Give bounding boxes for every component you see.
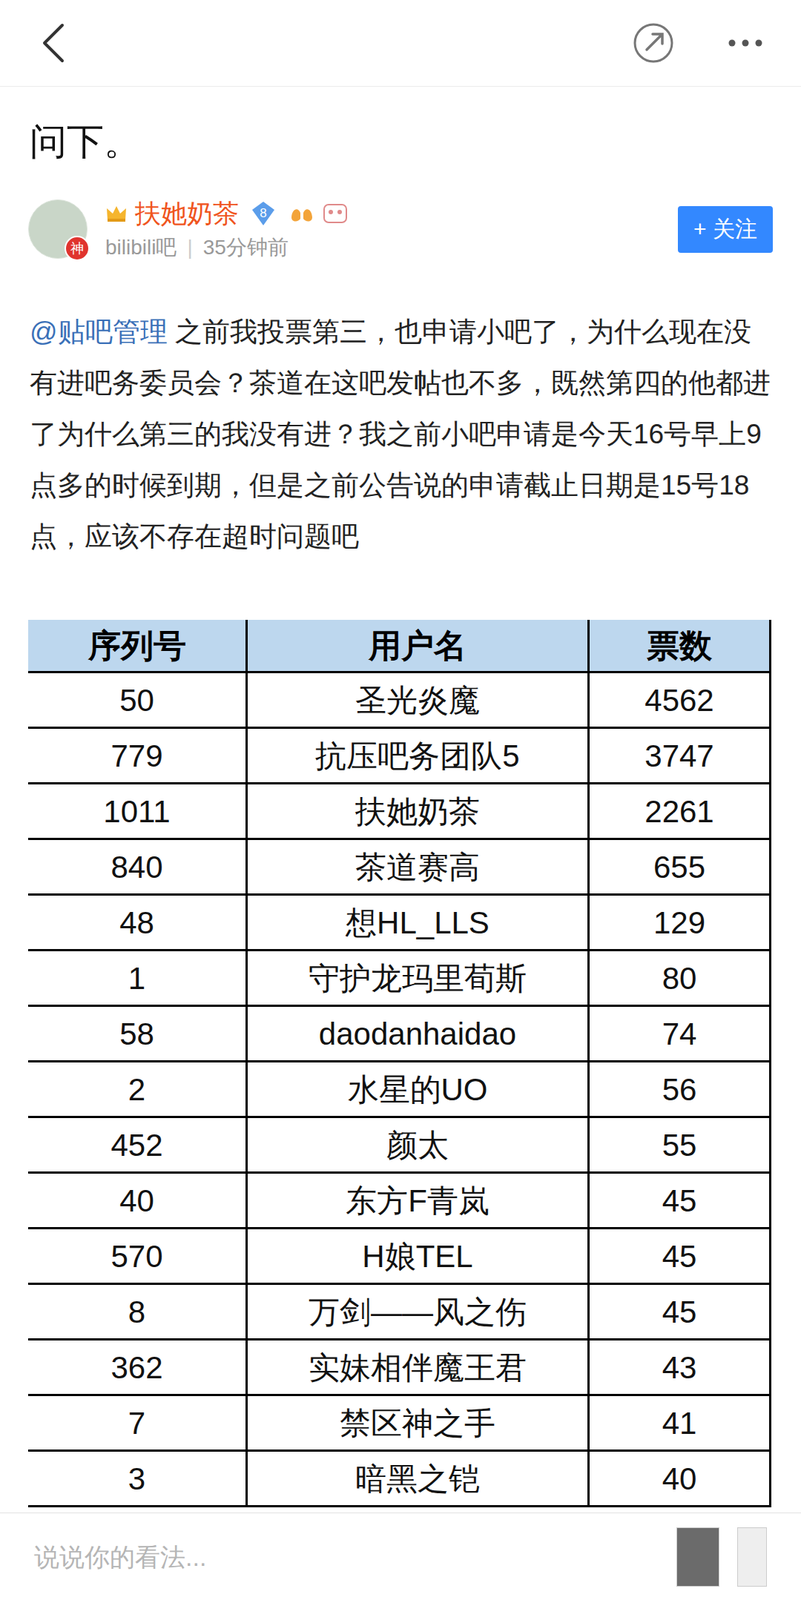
level-badge: 8	[250, 200, 276, 227]
table-cell: 3747	[589, 729, 770, 783]
table-row: 3暗黑之铠40	[28, 1452, 770, 1508]
table-cell: 抗压吧务团队5	[247, 729, 590, 783]
table-cell: 2	[28, 1062, 248, 1117]
table-cell: 圣光炎魔	[247, 673, 590, 727]
back-icon[interactable]	[37, 20, 70, 66]
table-cell: 4562	[589, 673, 770, 727]
table-cell: 想HL_LLS	[247, 895, 590, 950]
table-cell: 779	[28, 729, 248, 783]
column-header: 序列号	[28, 620, 248, 672]
post-body: @贴吧管理 之前我投票第三，也申请小吧了，为什么现在没有进吧务委员会？茶道在这吧…	[0, 306, 801, 563]
more-icon[interactable]	[726, 37, 764, 49]
forum-name[interactable]: bilibili吧	[105, 234, 177, 262]
table-row: 840茶道赛高655	[28, 840, 770, 896]
table-cell: 守护龙玛里荀斯	[247, 951, 590, 1005]
table-cell: 2261	[589, 784, 770, 839]
table-cell: 362	[28, 1340, 248, 1395]
mask-icon	[321, 201, 349, 226]
table-cell: 禁区神之手	[247, 1396, 590, 1450]
follow-button[interactable]: + 关注	[677, 206, 773, 253]
table-row: 50圣光炎魔4562	[28, 673, 770, 730]
author-badge: 神	[64, 235, 90, 262]
table-cell: 41	[589, 1396, 770, 1450]
comment-input[interactable]: 说说你的看法...	[34, 1541, 677, 1574]
table-row: 8万剑——风之伤45	[28, 1285, 770, 1341]
table-header: 序列号用户名票数	[28, 620, 770, 674]
share-icon[interactable]	[631, 21, 675, 65]
post-title: 问下。	[0, 86, 801, 167]
author-row: 神 扶她奶茶 8 bilibili吧 | 35分钟前	[0, 192, 801, 267]
table-row: 570H娘TEL45	[28, 1229, 770, 1286]
table-row: 362实妹相伴魔王君43	[28, 1340, 770, 1397]
table-cell: 东方F青岚	[247, 1174, 590, 1228]
table-cell: 茶道赛高	[247, 840, 590, 894]
table-cell: 452	[28, 1118, 248, 1172]
author-name[interactable]: 扶她奶茶	[134, 197, 239, 230]
table-cell: 45	[589, 1229, 770, 1284]
table-cell: 48	[28, 895, 248, 950]
vote-table: 序列号用户名票数 50圣光炎魔4562779抗压吧务团队537471011扶她奶…	[28, 620, 772, 1508]
avatar[interactable]: 神	[28, 199, 88, 259]
table-cell: 655	[589, 840, 770, 894]
table-cell: 56	[589, 1062, 770, 1117]
table-cell: 74	[589, 1007, 770, 1061]
table-row: 58daodanhaidao74	[28, 1007, 770, 1063]
thumbnail-image[interactable]	[676, 1527, 720, 1588]
table-cell: 58	[28, 1007, 248, 1061]
table-cell: 40	[28, 1174, 248, 1228]
table-row: 7禁区神之手41	[28, 1396, 770, 1453]
post-content: 问下。 神 扶她奶茶 8 bilibili吧 |	[0, 86, 801, 1513]
table-cell: 80	[589, 951, 770, 1005]
post-time: 35分钟前	[203, 234, 289, 262]
table-cell: 1	[28, 951, 248, 1005]
table-cell: 50	[28, 673, 248, 727]
table-cell: H娘TEL	[247, 1229, 590, 1284]
crown-icon	[105, 203, 128, 224]
table-cell: 万剑——风之伤	[247, 1285, 590, 1339]
table-cell: 45	[589, 1285, 770, 1339]
table-row: 1守护龙玛里荀斯80	[28, 951, 770, 1008]
table-cell: 水星的UO	[247, 1062, 590, 1117]
table-cell: 1011	[28, 784, 248, 839]
thumbnail-image[interactable]	[737, 1527, 767, 1588]
table-cell: 实妹相伴魔王君	[247, 1340, 590, 1395]
table-row: 40东方F青岚45	[28, 1174, 770, 1230]
table-row: 779抗压吧务团队53747	[28, 729, 770, 785]
table-cell: 扶她奶茶	[247, 784, 590, 839]
table-cell: 570	[28, 1229, 248, 1284]
table-cell: 55	[589, 1118, 770, 1172]
table-cell: 43	[589, 1340, 770, 1395]
table-row: 2水星的UO56	[28, 1062, 770, 1119]
table-cell: 8	[28, 1285, 248, 1339]
lungs-icon	[289, 202, 315, 225]
column-header: 票数	[589, 620, 770, 672]
top-bar	[0, 0, 801, 87]
table-cell: 840	[28, 840, 248, 894]
table-cell: 颜太	[247, 1118, 590, 1172]
table-cell: 45	[589, 1174, 770, 1228]
table-cell: 3	[28, 1452, 248, 1506]
comment-bar: 说说你的看法...	[0, 1513, 801, 1600]
table-cell: 129	[589, 895, 770, 950]
post-page: 问下。 神 扶她奶茶 8 bilibili吧 |	[0, 0, 801, 1600]
table-row: 452颜太55	[28, 1118, 770, 1175]
table-cell: 7	[28, 1396, 248, 1450]
table-cell: 40	[589, 1452, 770, 1506]
table-cell: 暗黑之铠	[247, 1452, 590, 1506]
table-cell: daodanhaidao	[247, 1007, 590, 1061]
mention-link[interactable]: @贴吧管理	[29, 316, 168, 348]
table-row: 48想HL_LLS129	[28, 895, 770, 952]
separator: |	[186, 234, 193, 262]
column-header: 用户名	[247, 620, 590, 672]
table-row: 1011扶她奶茶2261	[28, 784, 770, 841]
